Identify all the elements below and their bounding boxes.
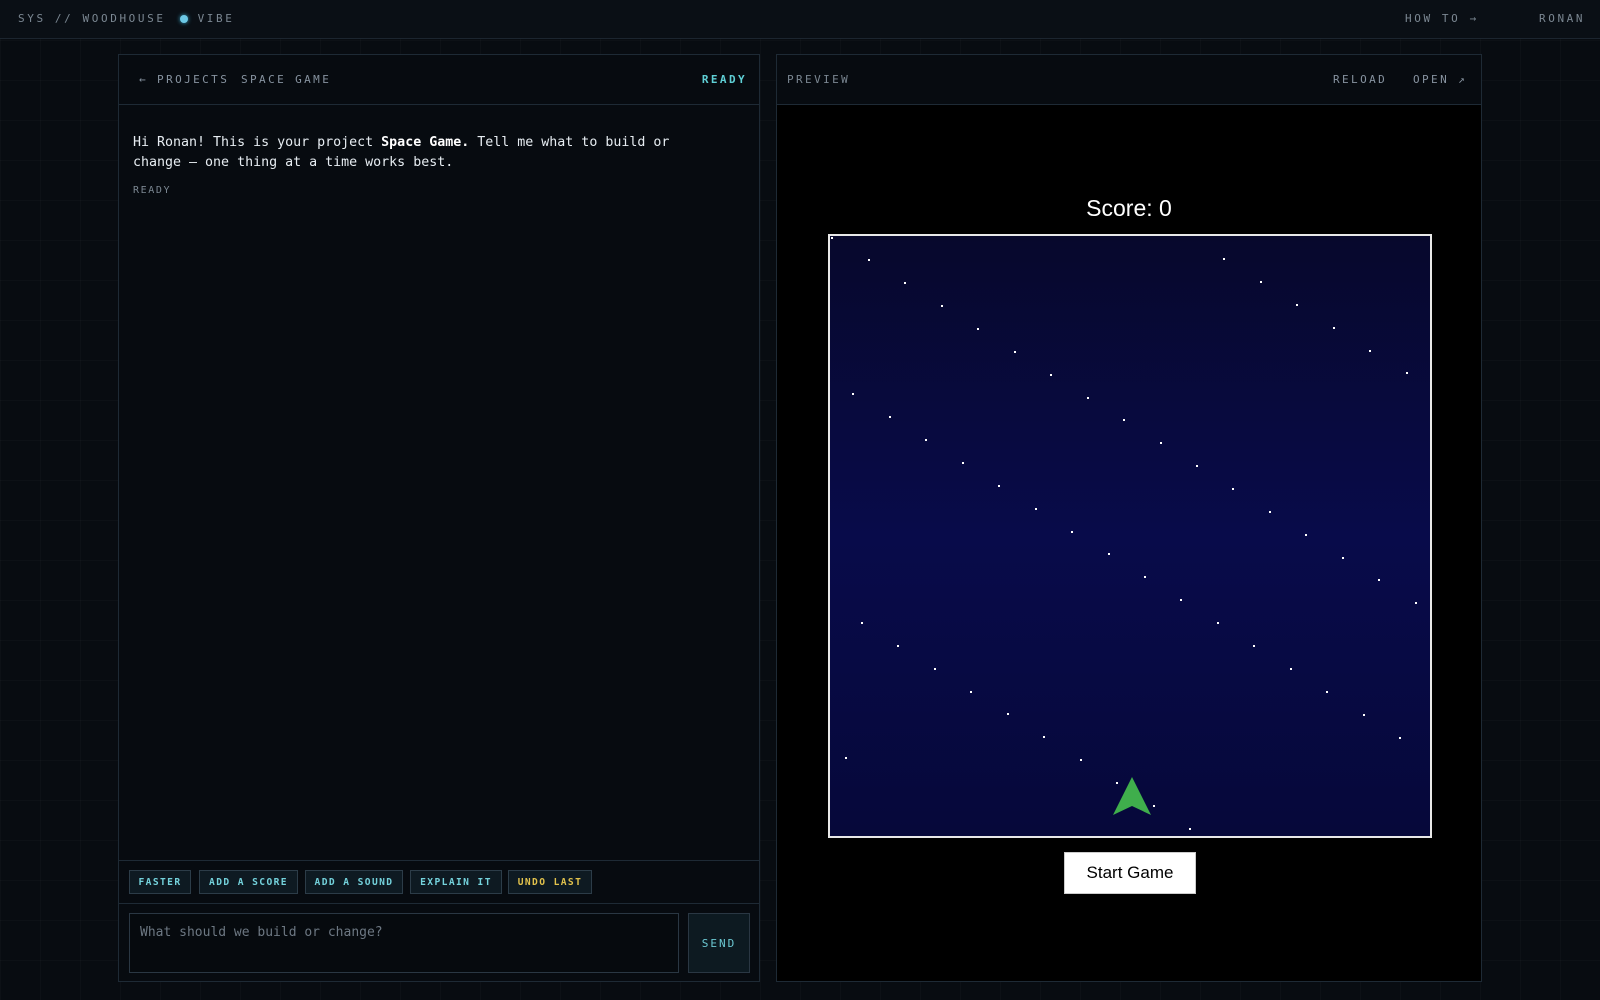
star	[1369, 350, 1371, 352]
chat-input[interactable]	[129, 913, 679, 973]
star	[861, 622, 863, 624]
chip-undo-last[interactable]: UNDO LAST	[508, 870, 592, 894]
suggestion-chips: FASTER ADD A SCORE ADD A SOUND EXPLAIN I…	[119, 860, 759, 904]
star	[1290, 668, 1292, 670]
star	[1415, 602, 1417, 604]
back-to-projects-link[interactable]: ← PROJECTS	[139, 73, 229, 86]
star	[852, 393, 854, 395]
star	[1406, 372, 1408, 374]
star	[904, 282, 906, 284]
star	[1217, 622, 1219, 624]
star	[1087, 397, 1089, 399]
star	[897, 645, 899, 647]
reload-button[interactable]: RELOAD	[1333, 73, 1387, 86]
chat-panel-header: ← PROJECTS SPACE GAME READY	[119, 55, 759, 105]
star	[1050, 374, 1052, 376]
star	[977, 328, 979, 330]
how-to-link[interactable]: HOW TO →	[1405, 12, 1479, 25]
assistant-message: Hi Ronan! This is your project Space Gam…	[133, 133, 693, 173]
star	[1253, 645, 1255, 647]
spaceship-icon	[1113, 777, 1151, 815]
star	[925, 439, 927, 441]
brand-mode: VIBE	[197, 12, 235, 25]
star	[1196, 465, 1198, 467]
star	[868, 259, 870, 261]
star	[831, 237, 833, 239]
brand: SYS // WOODHOUSE VIBE	[18, 12, 234, 25]
star	[1189, 828, 1191, 830]
preview-panel: PREVIEW RELOAD OPEN ↗ Score: 0 Start Gam…	[776, 54, 1482, 982]
star	[1305, 534, 1307, 536]
star	[1399, 737, 1401, 739]
chat-panel: ← PROJECTS SPACE GAME READY Hi Ronan! Th…	[118, 54, 760, 982]
status-badge: READY	[701, 73, 747, 86]
star	[889, 416, 891, 418]
star	[1160, 442, 1162, 444]
brand-name: SYS // WOODHOUSE	[18, 12, 166, 25]
chip-explain-it[interactable]: EXPLAIN IT	[410, 870, 502, 894]
star	[1342, 557, 1344, 559]
star	[1269, 511, 1271, 513]
star	[1007, 713, 1009, 715]
star	[998, 485, 1000, 487]
chip-add-a-sound[interactable]: ADD A SOUND	[305, 870, 403, 894]
project-title: SPACE GAME	[241, 73, 332, 86]
star	[1363, 714, 1365, 716]
chip-faster[interactable]: FASTER	[129, 870, 191, 894]
message-status: READY	[133, 185, 172, 196]
star	[1232, 488, 1234, 490]
star	[1043, 736, 1045, 738]
user-name[interactable]: RONAN	[1539, 12, 1585, 25]
star	[845, 757, 847, 759]
preview-label: PREVIEW	[787, 73, 851, 86]
star	[1296, 304, 1298, 306]
top-bar: SYS // WOODHOUSE VIBE HOW TO → RONAN	[0, 0, 1600, 39]
star	[934, 668, 936, 670]
star	[1260, 281, 1262, 283]
star	[1326, 691, 1328, 693]
star	[970, 691, 972, 693]
star	[941, 305, 943, 307]
star	[1108, 553, 1110, 555]
open-button[interactable]: OPEN ↗	[1413, 73, 1467, 86]
star	[1378, 579, 1380, 581]
send-button[interactable]: SEND	[688, 913, 750, 973]
game-score: Score: 0	[1086, 195, 1172, 221]
chip-add-a-score[interactable]: ADD A SCORE	[199, 870, 298, 894]
star	[1116, 782, 1118, 784]
message-greeting: Hi Ronan! This is your project	[133, 135, 382, 150]
star	[1153, 805, 1155, 807]
star	[962, 462, 964, 464]
star	[1014, 351, 1016, 353]
star	[1123, 419, 1125, 421]
preview-panel-header: PREVIEW RELOAD OPEN ↗	[777, 55, 1481, 105]
star	[1144, 576, 1146, 578]
star	[1333, 327, 1335, 329]
status-dot-icon	[179, 14, 188, 23]
star	[1180, 599, 1182, 601]
star	[1223, 258, 1225, 260]
start-game-button[interactable]: Start Game	[1064, 852, 1196, 894]
star	[1071, 531, 1073, 533]
message-project-name: Space Game.	[381, 135, 470, 150]
game-canvas[interactable]	[828, 234, 1432, 838]
star	[1080, 759, 1082, 761]
star	[1035, 508, 1037, 510]
